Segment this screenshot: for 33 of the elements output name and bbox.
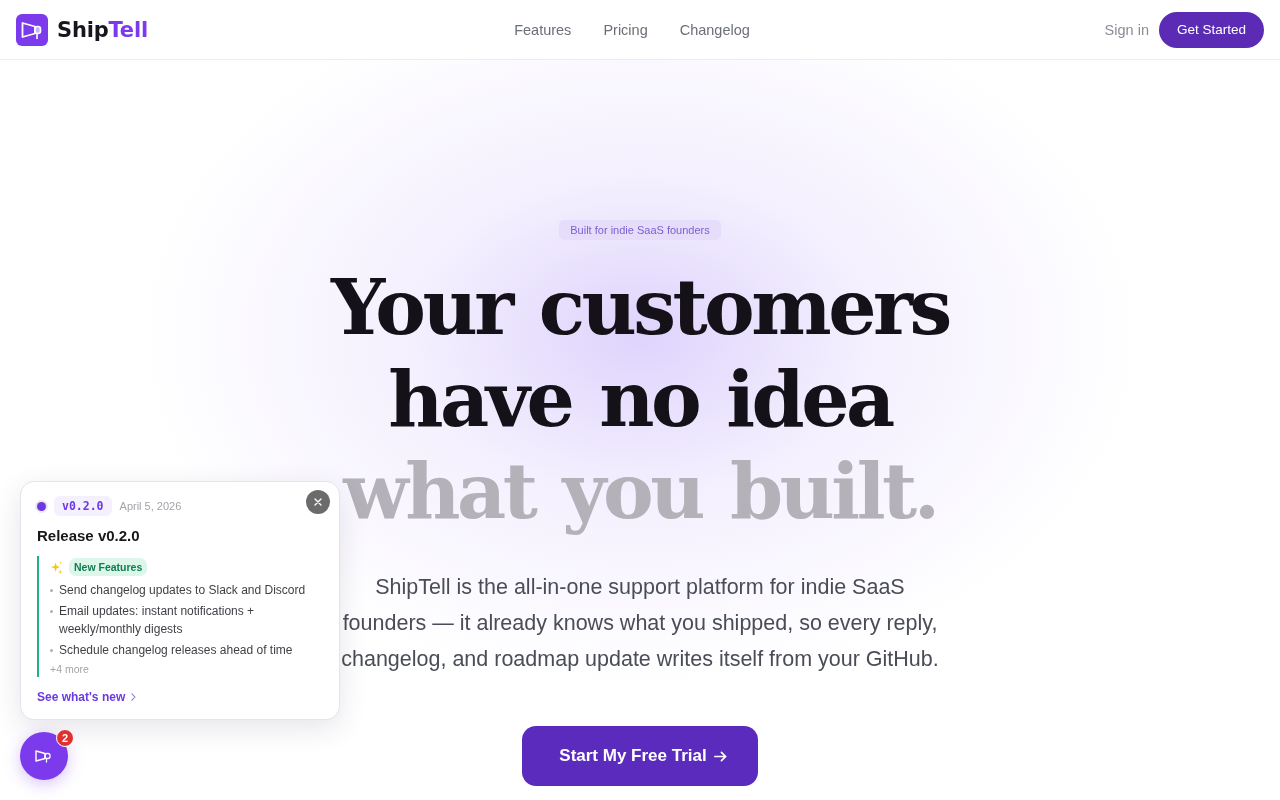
change-item: Schedule changelog releases ahead of time: [59, 642, 293, 659]
change-item: Email updates: instant notifications + weekly/monthly digests: [59, 603, 256, 638]
headline-line: what you built.: [343, 446, 937, 538]
see-whats-new-link[interactable]: See what's new: [37, 690, 137, 704]
change-item: Send changelog updates to Slack and Discord: [59, 582, 306, 599]
release-title: Release v0.2.0: [37, 527, 141, 544]
unread-count-badge: 2: [56, 729, 74, 747]
changelog-launcher-button[interactable]: [20, 732, 68, 780]
status-dot-icon: [37, 501, 46, 511]
version-tag: v0.2.0: [54, 496, 112, 516]
nav-link[interactable]: Pricing: [603, 21, 648, 38]
release-date: April 5, 2026: [119, 500, 182, 512]
close-button[interactable]: [306, 490, 330, 514]
nav-link[interactable]: Changelog: [679, 21, 750, 38]
sparkle-icon: [50, 560, 63, 574]
megaphone-logo-icon: [16, 13, 48, 46]
more-count: +4 more: [50, 663, 89, 675]
close-icon: [313, 497, 323, 507]
get-started-button[interactable]: Get Started: [1158, 11, 1264, 48]
headline-line: Your customers: [331, 262, 949, 354]
sign-in-link[interactable]: Sign in: [1104, 21, 1149, 38]
logo-text: ShipTell: [57, 17, 148, 42]
chevron-right-icon: [131, 693, 137, 701]
headline-line: have no idea: [388, 354, 892, 446]
arrow-right-icon: [712, 748, 728, 764]
bullet-icon: [50, 649, 53, 652]
tagline-badge: Built for indie SaaS founders: [559, 220, 721, 240]
bullet-icon: [50, 589, 53, 592]
free-trial-button[interactable]: Start My Free Trial: [522, 726, 758, 786]
hero-description: ShipTell is the all-in-one support platform for indie SaaS founders — it already knows what you shipped, so every reply, changelog, and roadmap update writes itself from your GitHub.: [340, 574, 940, 673]
nav-link[interactable]: Features: [514, 21, 572, 38]
bullet-icon: [50, 610, 53, 613]
section-tag: New Features: [69, 558, 148, 576]
